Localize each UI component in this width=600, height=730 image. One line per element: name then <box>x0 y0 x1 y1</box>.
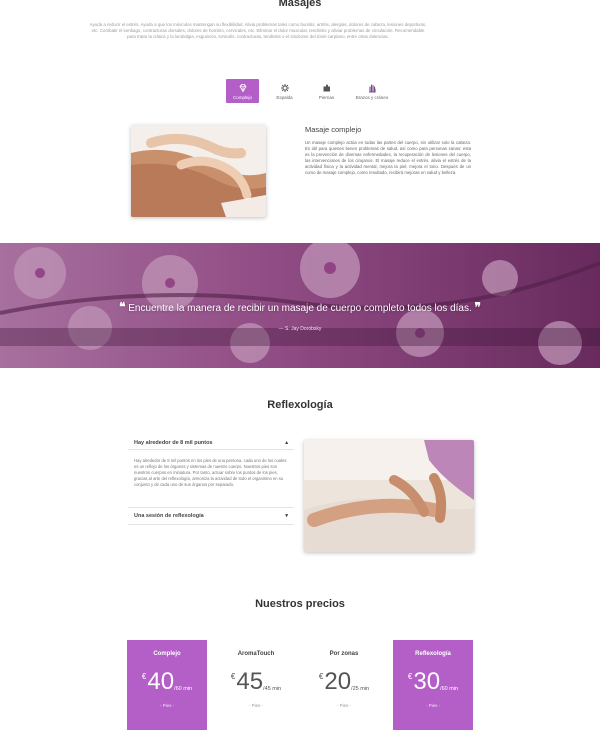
price-card-complejo[interactable]: Complejo € 40 /60 min - Pies - <box>127 640 207 730</box>
tab-piernas[interactable]: Piernas <box>310 79 343 103</box>
currency-symbol: € <box>318 672 324 681</box>
price-card-footer: - Pies - <box>248 703 264 708</box>
quote-text: Encuentre la manera de recibir un masaje… <box>128 303 472 314</box>
price-card-footer: - Pies - <box>159 703 175 708</box>
precios-title: Nuestros precios <box>255 598 345 610</box>
puzzle-icon <box>323 84 330 91</box>
quote-text-wrap: ❝ Encuentre la manera de recibir un masa… <box>0 300 600 314</box>
accordion-item-body: Hay alrededor de 8 mil puntos en los pie… <box>134 458 287 487</box>
price-card-por-zonas[interactable]: Por zonas € 20 /25 min - Pies - <box>304 640 384 730</box>
accordion: Hay alrededor de 8 mil puntos ▴ Hay alre… <box>128 437 294 525</box>
price: € 20 /25 min <box>304 670 384 694</box>
price-duration: /60 min <box>174 686 193 692</box>
reflexologia-title: Reflexología <box>267 399 333 411</box>
hand-icon <box>368 83 376 93</box>
accordion-item-title: Una sesión de reflexología <box>134 513 204 519</box>
chevron-down-icon: ▾ <box>285 513 288 519</box>
price-duration: /45 min <box>263 686 282 692</box>
price: € 30 /60 min <box>393 670 473 694</box>
massage-detail-text: Un masaje complejo actúa en todas las pa… <box>305 140 471 176</box>
divider <box>128 524 294 525</box>
price-card-name: Complejo <box>153 651 181 657</box>
accordion-item-title: Hay alrededor de 8 mil puntos <box>134 440 213 446</box>
tab-label: Brazos y cráneo <box>355 94 389 100</box>
price-amount: 40 <box>147 668 175 695</box>
accordion-item-sesion[interactable]: Una sesión de reflexología ▾ <box>128 508 294 524</box>
accordion-item-puntos[interactable]: Hay alrededor de 8 mil puntos ▴ <box>128 437 294 449</box>
massage-detail-title: Masaje complejo <box>305 125 362 134</box>
price-amount: 30 <box>413 668 441 695</box>
price-duration: /60 min <box>440 686 459 692</box>
masajes-title: Masajes <box>278 0 322 9</box>
tab-label: Espalda <box>276 94 293 100</box>
price-card-reflexologia[interactable]: Reflexología € 30 /60 min - Pies - <box>393 640 473 730</box>
price-card-aromatouch[interactable]: AromaTouch € 45 /45 min - Pies - <box>216 640 296 730</box>
foot-massage-photo <box>304 440 474 552</box>
price-card-footer: - Pies - <box>425 703 441 708</box>
massage-back-photo <box>131 125 266 217</box>
close-quote-icon: ❞ <box>474 300 482 314</box>
price-duration: /25 min <box>351 686 370 692</box>
price-card-name: Por zonas <box>329 651 359 657</box>
gear-icon <box>280 83 289 92</box>
price-amount: 45 <box>236 668 264 695</box>
tab-complejo[interactable]: Complejo <box>226 79 259 103</box>
masajes-intro: Ayuda a reducir el estrés. Ayuda a que l… <box>89 22 427 40</box>
price-amount: 20 <box>324 668 352 695</box>
tab-brazos-craneo[interactable]: Brazos y cráneo <box>352 79 392 103</box>
currency-symbol: € <box>230 672 236 681</box>
price: € 40 /60 min <box>127 670 207 694</box>
currency-symbol: € <box>141 672 147 681</box>
divider <box>128 449 294 450</box>
massage-tabs: Complejo Espalda Piernas Brazos y cráneo <box>226 79 392 103</box>
price-card-name: AromaTouch <box>237 651 275 657</box>
tab-espalda[interactable]: Espalda <box>268 79 301 103</box>
tab-label: Piernas <box>318 94 335 100</box>
open-quote-icon: ❝ <box>118 300 126 314</box>
price: € 45 /45 min <box>216 670 296 694</box>
tab-label: Complejo <box>232 94 252 100</box>
price-card-footer: - Pies - <box>336 703 352 708</box>
price-card-name: Reflexología <box>415 651 451 657</box>
chevron-up-icon: ▴ <box>285 440 288 446</box>
quote-author: — S. Jay Dorobsky <box>278 326 322 332</box>
diamond-icon <box>239 83 246 92</box>
currency-symbol: € <box>407 672 413 681</box>
